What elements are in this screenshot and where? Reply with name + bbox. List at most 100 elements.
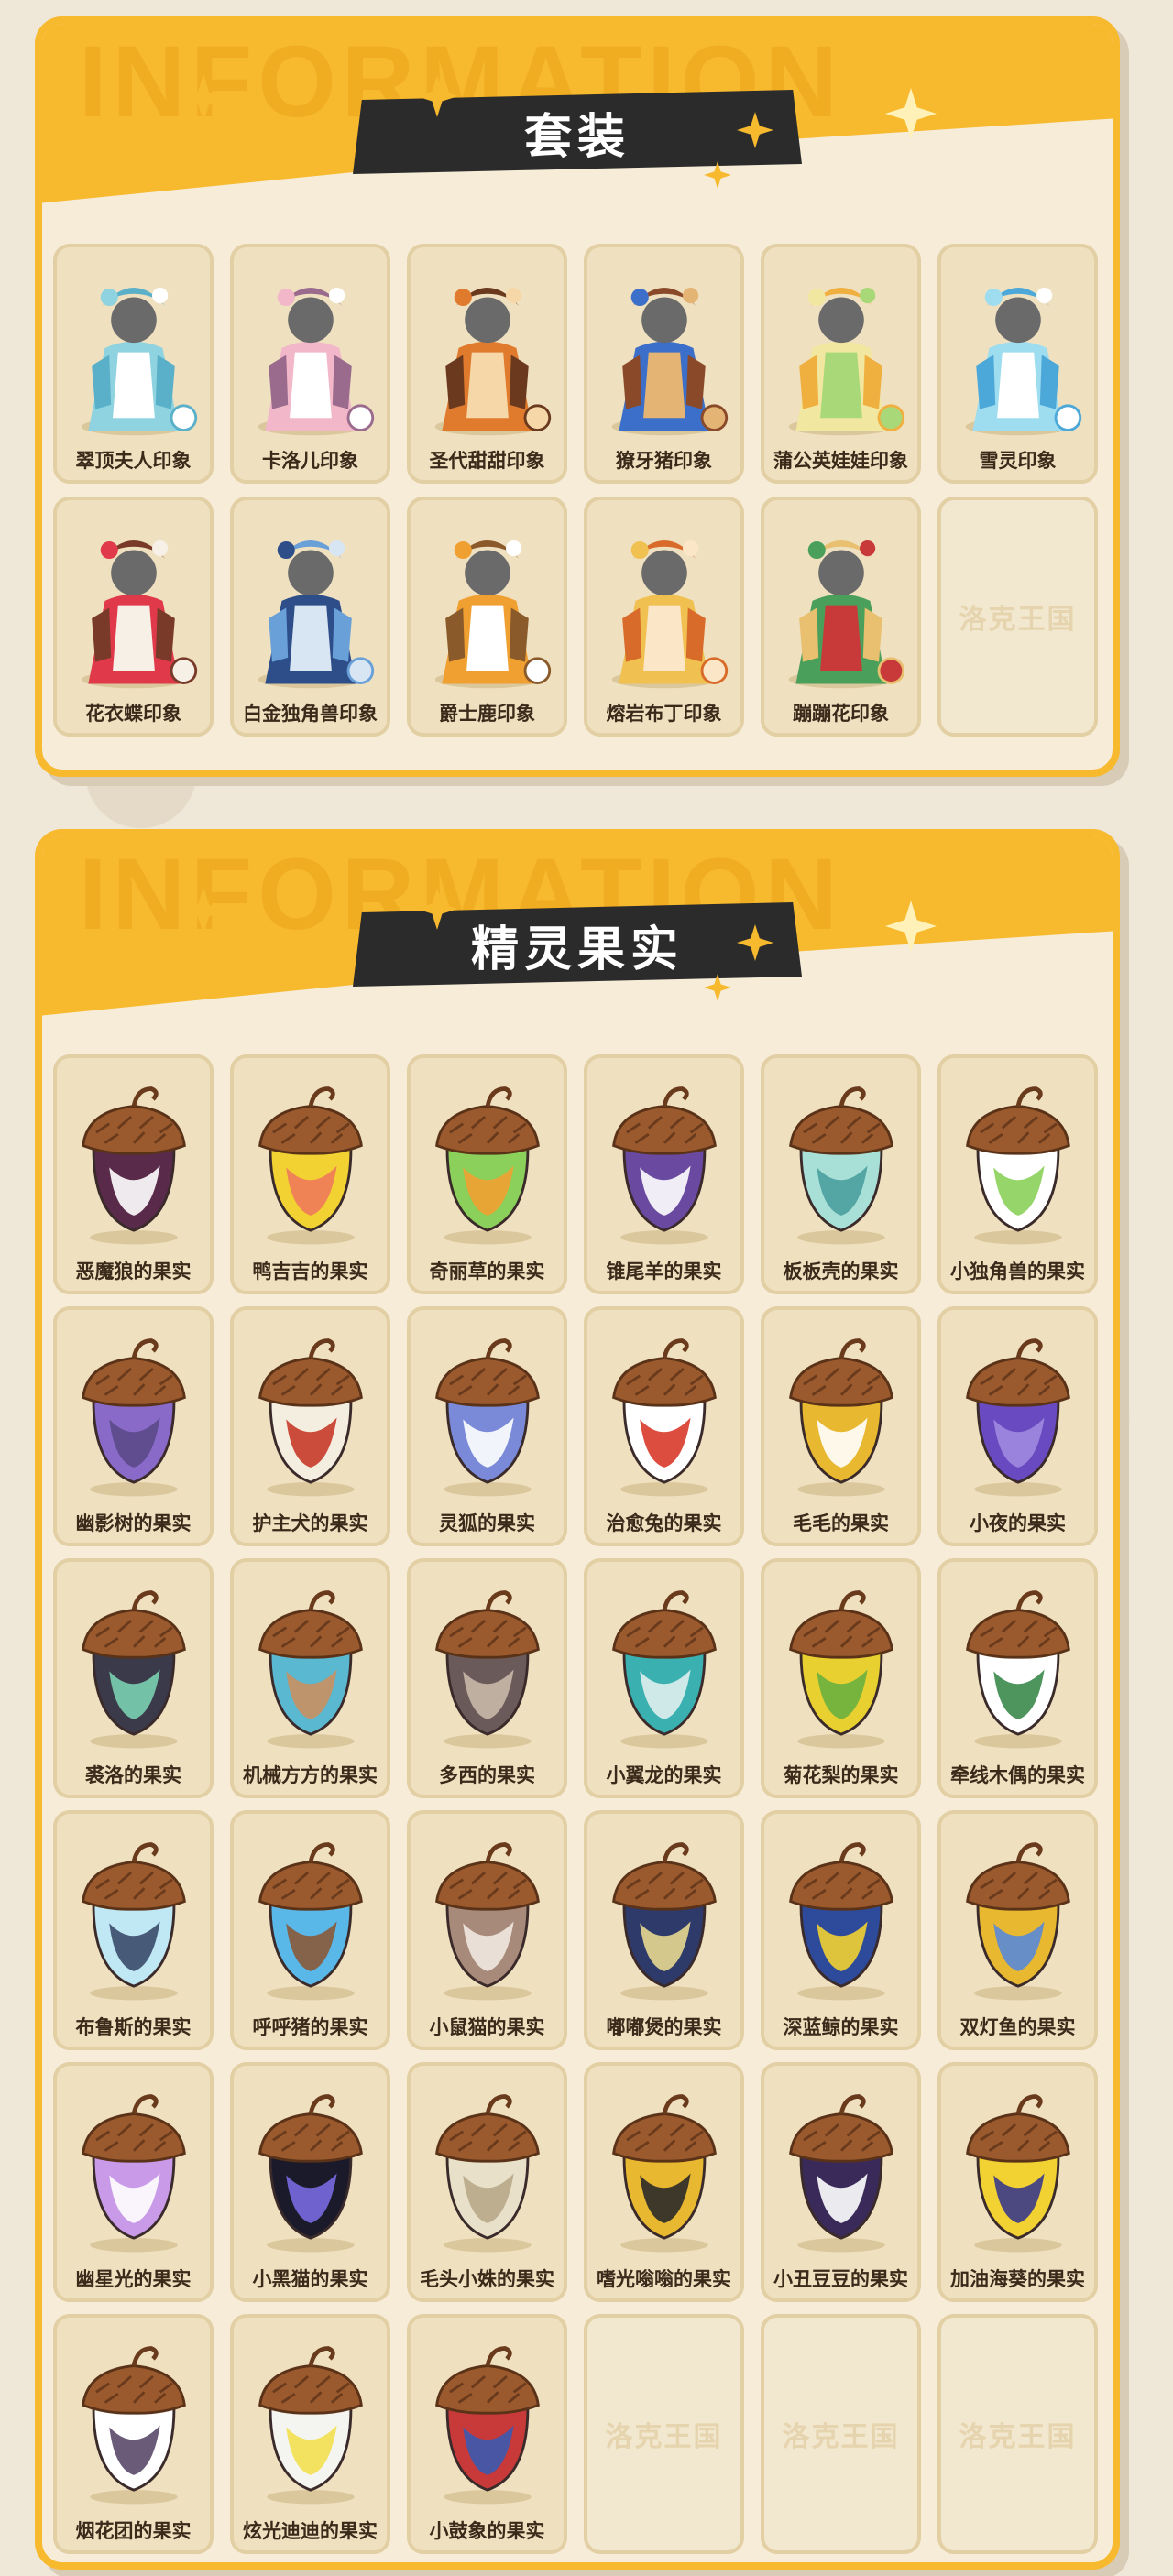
fruit-card[interactable]: 小夜的果实 [937,1306,1098,1546]
fruit-card[interactable]: 小丑豆豆的果实 [761,2062,921,2302]
fruit-card[interactable]: 机械方方的果实 [230,1558,390,1798]
section-title-plate: 精灵果实 [353,902,802,987]
fruit-card[interactable]: 裘洛的果实 [53,1558,214,1798]
fruit-label: 毛毛的果实 [764,1502,917,1543]
outfit-card[interactable]: 獠牙猪印象 [584,244,744,484]
fruit-card[interactable]: 小鼓象的果实 [407,2314,567,2554]
fruit-card[interactable]: 烟花团的果实 [53,2314,214,2554]
logo-watermark: 洛克王国 [959,604,1077,636]
fruit-label: 小黑猫的果实 [234,2258,387,2298]
fruit-card[interactable]: 多西的果实 [407,1558,567,1798]
outfit-label: 翠顶夫人印象 [57,440,210,480]
fruit-label: 治愈兔的果实 [587,1502,740,1543]
section-title: 精灵果实 [470,922,684,977]
fruit-card[interactable]: 恶魔狼的果实 [53,1054,214,1294]
fruit-card[interactable]: 小黑猫的果实 [230,2062,390,2302]
outfit-card[interactable]: 熔岩布丁印象 [584,497,744,737]
outfit-card[interactable]: 圣代甜甜印象 [407,244,567,484]
fruit-label: 护主犬的果实 [234,1502,387,1543]
fruit-card[interactable]: 菊花梨的果实 [761,1558,921,1798]
fruit-card[interactable]: 炫光迪迪的果实 [230,2314,390,2554]
fruit-card[interactable]: 护主犬的果实 [230,1306,390,1546]
fruit-card[interactable]: 锥尾羊的果实 [584,1054,744,1294]
fruit-label: 奇丽草的果实 [411,1250,564,1291]
acorn-fruit-image [941,1814,1094,2010]
fruit-card[interactable]: 布鲁斯的果实 [53,1810,214,2050]
acorn-fruit-image [57,1310,210,1506]
fruit-card[interactable]: 加油海葵的果实 [937,2062,1098,2302]
acorn-fruit-image [411,1310,564,1506]
fruit-label: 烟花团的果实 [57,2510,210,2550]
acorn-fruit-image [57,2066,210,2262]
fruit-card[interactable]: 嘟嘟煲的果实 [584,1810,744,2050]
fruit-card[interactable]: 奇丽草的果实 [407,1054,567,1294]
fruit-label: 恶魔狼的果实 [57,1250,210,1291]
fruit-label: 板板壳的果实 [764,1250,917,1291]
fruit-label: 幽星光的果实 [57,2258,210,2298]
acorn-fruit-image [764,1562,917,1758]
outfit-card[interactable]: 爵士鹿印象 [407,497,567,737]
acorn-fruit-image [234,1058,387,1254]
fruit-grid: 恶魔狼的果实 鸭吉吉的果实 奇丽草的果实 锥尾羊的果实 板板壳的果实 小独角兽的… [53,1054,1098,2554]
character-image [234,500,387,696]
acorn-fruit-image [57,1562,210,1758]
fruit-label: 机械方方的果实 [234,1754,387,1795]
fruit-card[interactable]: 小翼龙的果实 [584,1558,744,1798]
fruit-card[interactable]: 小鼠猫的果实 [407,1810,567,2050]
fruit-card[interactable]: 毛毛的果实 [761,1306,921,1546]
fruit-card[interactable]: 小独角兽的果实 [937,1054,1098,1294]
acorn-fruit-image [234,2318,387,2514]
empty-slot-card: 洛克王国 [937,497,1098,737]
fruit-card[interactable]: 嗜光嗡嗡的果实 [584,2062,744,2302]
outfit-card[interactable]: 蒲公英娃娃印象 [761,244,921,484]
acorn-fruit-image [411,1058,564,1254]
fruit-label: 鸭吉吉的果实 [234,1250,387,1291]
outfit-card[interactable]: 花衣蝶印象 [53,497,214,737]
fruit-label: 深蓝鲸的果实 [764,2006,917,2047]
character-image [411,247,564,443]
outfit-label: 花衣蝶印象 [57,693,210,733]
fruit-card[interactable]: 呼呼猪的果实 [230,1810,390,2050]
acorn-fruit-image [764,1814,917,2010]
empty-slot-card: 洛克王国 [584,2314,744,2554]
acorn-fruit-image [764,2066,917,2262]
outfit-card[interactable]: 蹦蹦花印象 [761,497,921,737]
fruit-card[interactable]: 板板壳的果实 [761,1054,921,1294]
fruit-label: 牵线木偶的果实 [941,1754,1094,1795]
fruit-label: 灵狐的果实 [411,1502,564,1543]
acorn-fruit-image [57,2318,210,2514]
outfit-card[interactable]: 白金独角兽印象 [230,497,390,737]
outfit-card[interactable]: 翠顶夫人印象 [53,244,214,484]
character-image [57,247,210,443]
fruit-card[interactable]: 幽星光的果实 [53,2062,214,2302]
fruit-label: 布鲁斯的果实 [57,2006,210,2047]
acorn-fruit-image [587,2066,740,2262]
fruit-card[interactable]: 治愈兔的果实 [584,1306,744,1546]
acorn-fruit-image [411,2318,564,2514]
outfit-label: 圣代甜甜印象 [411,440,564,480]
fruit-label: 双灯鱼的果实 [941,2006,1094,2047]
fruit-label: 毛头小姝的果实 [411,2258,564,2298]
fruit-card[interactable]: 灵狐的果实 [407,1306,567,1546]
fruit-card[interactable]: 深蓝鲸的果实 [761,1810,921,2050]
acorn-fruit-image [941,1058,1094,1254]
fruit-card[interactable]: 毛头小姝的果实 [407,2062,567,2302]
fruit-card[interactable]: 牵线木偶的果实 [937,1558,1098,1798]
fruit-label: 裘洛的果实 [57,1754,210,1795]
character-image [764,247,917,443]
fruit-card[interactable]: 鸭吉吉的果实 [230,1054,390,1294]
fruit-label: 菊花梨的果实 [764,1754,917,1795]
acorn-fruit-image [587,1058,740,1254]
character-image [764,500,917,696]
fruit-card[interactable]: 幽影树的果实 [53,1306,214,1546]
outfit-card[interactable]: 雪灵印象 [937,244,1098,484]
acorn-fruit-image [764,1310,917,1506]
acorn-fruit-image [587,1562,740,1758]
fruit-label: 小翼龙的果实 [587,1754,740,1795]
acorn-fruit-image [411,1562,564,1758]
outfit-label: 蒲公英娃娃印象 [764,440,917,480]
outfit-card[interactable]: 卡洛儿印象 [230,244,390,484]
character-image [941,247,1094,443]
fruit-card[interactable]: 双灯鱼的果实 [937,1810,1098,2050]
fruit-label: 幽影树的果实 [57,1502,210,1543]
